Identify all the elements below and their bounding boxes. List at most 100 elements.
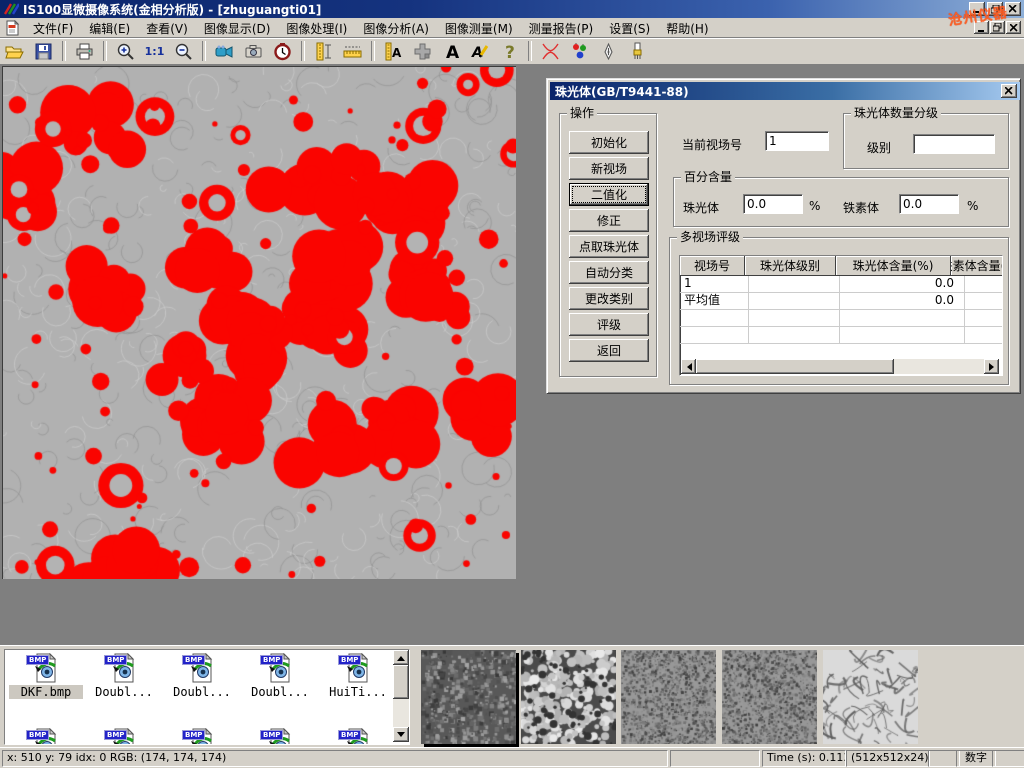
save-icon xyxy=(34,42,53,61)
scroll-up-button[interactable] xyxy=(393,650,409,665)
minimize-icon xyxy=(973,5,981,13)
status-spare-3 xyxy=(992,750,1024,767)
menu-image-analysis[interactable]: 图像分析(A) xyxy=(355,18,437,39)
save-button[interactable] xyxy=(30,39,57,63)
file-item[interactable]: BMPDoubl... xyxy=(87,653,161,699)
menu-view[interactable]: 查看(V) xyxy=(138,18,196,39)
edit-annotation-button[interactable]: A xyxy=(467,39,494,63)
table-hscrollbar[interactable] xyxy=(681,359,999,374)
brush-tool-button[interactable] xyxy=(624,39,651,63)
menu-image-display[interactable]: 图像显示(D) xyxy=(196,18,279,39)
scroll-down-button[interactable] xyxy=(393,727,409,742)
file-item[interactable]: BMPHuiTi... xyxy=(321,653,395,699)
file-item[interactable]: BMP xyxy=(87,728,161,745)
current-field-input[interactable] xyxy=(765,131,829,151)
menu-measure-report[interactable]: 测量报告(P) xyxy=(521,18,602,39)
dialog-close-button[interactable] xyxy=(1001,84,1017,98)
bmp-badge: BMP xyxy=(260,730,283,740)
status-position: x: 510 y: 79 idx: 0 RGB: (174, 174, 174) xyxy=(2,750,668,767)
file-list-scrollbar[interactable] xyxy=(393,650,409,742)
cell xyxy=(965,293,1003,309)
scroll-left-button[interactable] xyxy=(681,359,696,374)
init-button[interactable]: 初始化 xyxy=(569,131,649,154)
move-cross-button[interactable] xyxy=(409,39,436,63)
print-button[interactable] xyxy=(71,39,98,63)
thumbnail-2[interactable] xyxy=(521,650,616,744)
mdi-minimize-button[interactable] xyxy=(974,21,989,34)
curve-tool-button[interactable] xyxy=(537,39,564,63)
menu-bar: 文件(F) 编辑(E) 查看(V) 图像显示(D) 图像处理(I) 图像分析(A… xyxy=(0,18,1024,38)
ruler-button[interactable] xyxy=(339,39,366,63)
binarize-button[interactable]: 二值化 xyxy=(569,183,649,206)
caliper-button[interactable] xyxy=(310,39,337,63)
menu-help[interactable]: 帮助(H) xyxy=(658,18,716,39)
classify-tool-icon xyxy=(570,42,589,61)
pen-tool-button[interactable] xyxy=(595,39,622,63)
auto-classify-button[interactable]: 自动分类 xyxy=(569,261,649,284)
file-item[interactable]: BMP xyxy=(9,728,83,745)
text-annotation-button[interactable]: A xyxy=(438,39,465,63)
change-class-button[interactable]: 更改类别 xyxy=(569,287,649,310)
menu-image-measure[interactable]: 图像测量(M) xyxy=(437,18,521,39)
brush-tool-icon xyxy=(628,42,647,61)
menu-settings[interactable]: 设置(S) xyxy=(601,18,658,39)
help-button[interactable]: ? xyxy=(496,39,523,63)
grade-input[interactable] xyxy=(913,134,995,154)
file-item[interactable]: BMP xyxy=(321,728,395,745)
bmp-badge: BMP xyxy=(338,730,361,740)
mdi-restore-button[interactable] xyxy=(990,21,1005,34)
main-image[interactable] xyxy=(2,66,516,579)
scroll-thumb[interactable] xyxy=(696,359,894,374)
file-item[interactable]: BMPDoubl... xyxy=(165,653,239,699)
table-row[interactable]: 平均值 0.0 xyxy=(680,293,1002,310)
dialog-title-bar[interactable]: 珠光体(GB/T9441-88) xyxy=(550,82,1020,100)
thumbnail-1[interactable] xyxy=(421,650,516,744)
dialog-close-icon xyxy=(1005,87,1013,95)
classify-tool-button[interactable] xyxy=(566,39,593,63)
ferrite-label: 铁素体 xyxy=(843,199,879,216)
table-row[interactable] xyxy=(680,327,1002,344)
return-button[interactable]: 返回 xyxy=(569,339,649,362)
cell xyxy=(965,327,1003,343)
measure-text-button[interactable]: A xyxy=(380,39,407,63)
minimize-button[interactable] xyxy=(969,2,985,16)
table-row[interactable]: 1 0.0 xyxy=(680,276,1002,293)
file-item[interactable]: BMPDoubl... xyxy=(243,653,317,699)
menu-image-processing[interactable]: 图像处理(I) xyxy=(278,18,355,39)
zoom-in-button[interactable] xyxy=(112,39,139,63)
timer-button[interactable] xyxy=(269,39,296,63)
file-item[interactable]: BMP xyxy=(165,728,239,745)
cell xyxy=(680,310,749,326)
camera-capture-button[interactable] xyxy=(240,39,267,63)
restore-button[interactable] xyxy=(987,2,1003,16)
scroll-right-button[interactable] xyxy=(984,359,999,374)
file-item[interactable]: BMPDKF.bmp xyxy=(9,653,83,699)
table-row[interactable] xyxy=(680,310,1002,327)
file-item[interactable]: BMP xyxy=(243,728,317,745)
thumbnail-4[interactable] xyxy=(722,650,817,744)
thumbnail-3[interactable] xyxy=(621,650,716,744)
scroll-thumb[interactable] xyxy=(393,665,409,699)
open-file-button[interactable] xyxy=(1,39,28,63)
video-capture-button[interactable] xyxy=(211,39,238,63)
bmp-badge: BMP xyxy=(104,655,127,665)
new-field-button[interactable]: 新视场 xyxy=(569,157,649,180)
pick-pearlite-button[interactable]: 点取珠光体 xyxy=(569,235,649,258)
mdi-close-button[interactable] xyxy=(1006,21,1021,34)
bmp-file-icon: BMP xyxy=(186,653,218,683)
thumbnail-5[interactable] xyxy=(823,650,918,744)
correct-button[interactable]: 修正 xyxy=(569,209,649,232)
close-button[interactable] xyxy=(1005,2,1021,16)
zoom-out-button[interactable] xyxy=(170,39,197,63)
actual-size-icon: 1:1 xyxy=(145,45,165,58)
ferrite-percent-input[interactable] xyxy=(899,194,959,214)
toolbar-separator xyxy=(528,41,532,61)
actual-size-button[interactable]: 1:1 xyxy=(141,39,168,63)
pearlite-percent-input[interactable] xyxy=(743,194,803,214)
close-icon xyxy=(1009,5,1017,13)
menu-file[interactable]: 文件(F) xyxy=(25,18,81,39)
menu-edit[interactable]: 编辑(E) xyxy=(81,18,138,39)
rate-button[interactable]: 评级 xyxy=(569,313,649,336)
camera-capture-icon xyxy=(244,42,263,61)
dialog-title: 珠光体(GB/T9441-88) xyxy=(555,83,689,100)
